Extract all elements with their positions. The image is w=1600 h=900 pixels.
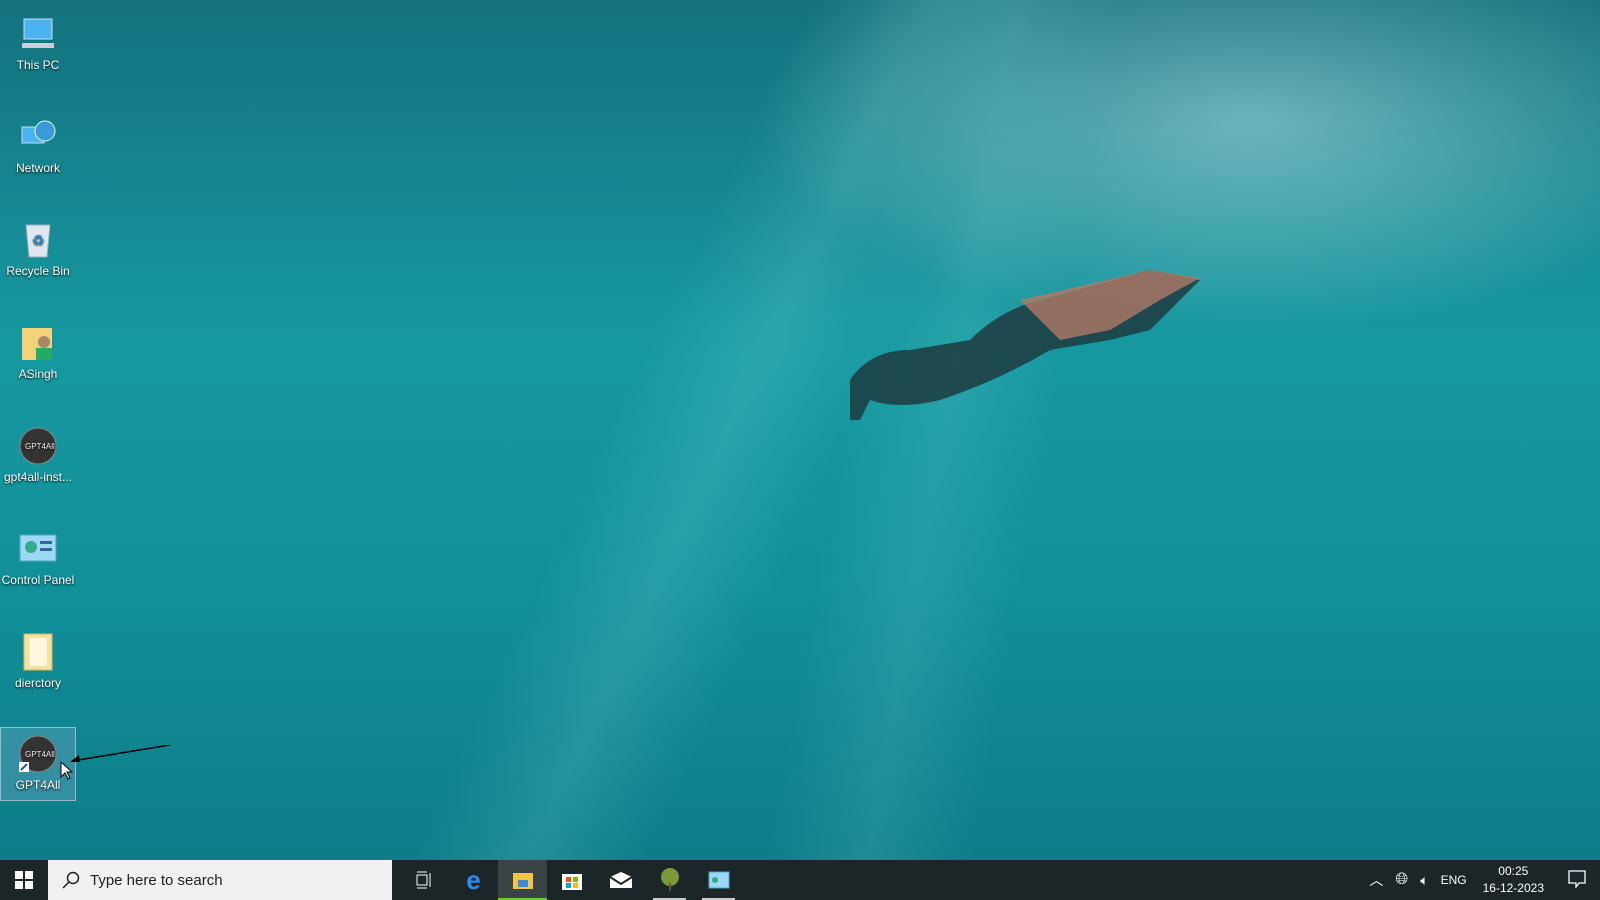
search-icon bbox=[62, 871, 80, 889]
taskbar-tree-app[interactable] bbox=[645, 860, 694, 900]
user-folder-icon bbox=[18, 323, 58, 363]
tree-app-icon bbox=[660, 868, 679, 891]
store-icon bbox=[561, 874, 582, 890]
desktop-icon-recycle-bin[interactable]: ♻ Recycle Bin bbox=[0, 214, 76, 288]
task-view-button[interactable] bbox=[400, 860, 449, 900]
network-icon bbox=[18, 117, 58, 157]
taskbar: Type here to search e ︿ 🌐︎ 🔈︎ ENG 00:25 1… bbox=[0, 860, 1600, 900]
taskbar-file-explorer[interactable] bbox=[498, 860, 547, 900]
computer-icon bbox=[18, 14, 58, 54]
mouse-cursor-icon bbox=[60, 761, 74, 780]
taskbar-mail[interactable] bbox=[596, 860, 645, 900]
clock-time: 00:25 bbox=[1498, 864, 1529, 878]
taskbar-control-panel[interactable] bbox=[694, 860, 743, 900]
desktop-icon-gpt4all-installer[interactable]: GPT4All gpt4all-inst... bbox=[0, 420, 76, 494]
task-view-icon bbox=[416, 871, 430, 889]
edge-icon: e bbox=[466, 864, 481, 895]
folder-icon bbox=[18, 632, 58, 672]
file-explorer-icon bbox=[512, 873, 533, 889]
network-globe-icon[interactable]: 🌐︎ bbox=[1389, 871, 1414, 889]
desktop-icon-dierctory[interactable]: dierctory bbox=[0, 626, 76, 700]
recycle-bin-icon: ♻ bbox=[18, 220, 58, 260]
desktop-icon-network[interactable]: Network bbox=[0, 111, 76, 185]
svg-text:GPT4All: GPT4All bbox=[25, 442, 55, 451]
search-box[interactable]: Type here to search bbox=[48, 860, 392, 900]
start-button[interactable] bbox=[0, 860, 48, 900]
windows-icon bbox=[15, 871, 33, 889]
taskbar-store[interactable] bbox=[547, 860, 596, 900]
desktop-icon-asingh[interactable]: ASingh bbox=[0, 317, 76, 391]
action-center-notification-icon[interactable] bbox=[1554, 869, 1600, 891]
system-tray: ︿ 🌐︎ 🔈︎ ENG 00:25 16-12-2023 bbox=[1363, 860, 1600, 900]
taskbar-edge[interactable]: e bbox=[449, 860, 498, 900]
language-indicator[interactable]: ENG bbox=[1435, 873, 1473, 887]
control-panel-icon bbox=[708, 871, 729, 889]
desktop-icon-control-panel[interactable]: Control Panel bbox=[0, 523, 76, 597]
svg-text:♻: ♻ bbox=[32, 232, 45, 248]
wallpaper-swimmer bbox=[850, 270, 1200, 420]
desktop-icon-this-pc[interactable]: This PC bbox=[0, 8, 76, 82]
gpt4all-shortcut-icon: GPT4All bbox=[18, 734, 58, 774]
svg-text:GPT4All: GPT4All bbox=[25, 750, 55, 759]
annotation-arrow bbox=[70, 745, 170, 762]
gpt4all-installer-icon: GPT4All bbox=[18, 426, 58, 466]
control-panel-icon bbox=[18, 529, 58, 569]
clock-date: 16-12-2023 bbox=[1482, 881, 1544, 895]
volume-icon[interactable]: 🔈︎ bbox=[1414, 872, 1434, 889]
mail-icon bbox=[608, 872, 633, 888]
clock[interactable]: 00:25 16-12-2023 bbox=[1473, 863, 1554, 897]
wallpaper bbox=[0, 0, 1600, 900]
show-hidden-icons-chevron-icon[interactable]: ︿ bbox=[1363, 870, 1389, 890]
